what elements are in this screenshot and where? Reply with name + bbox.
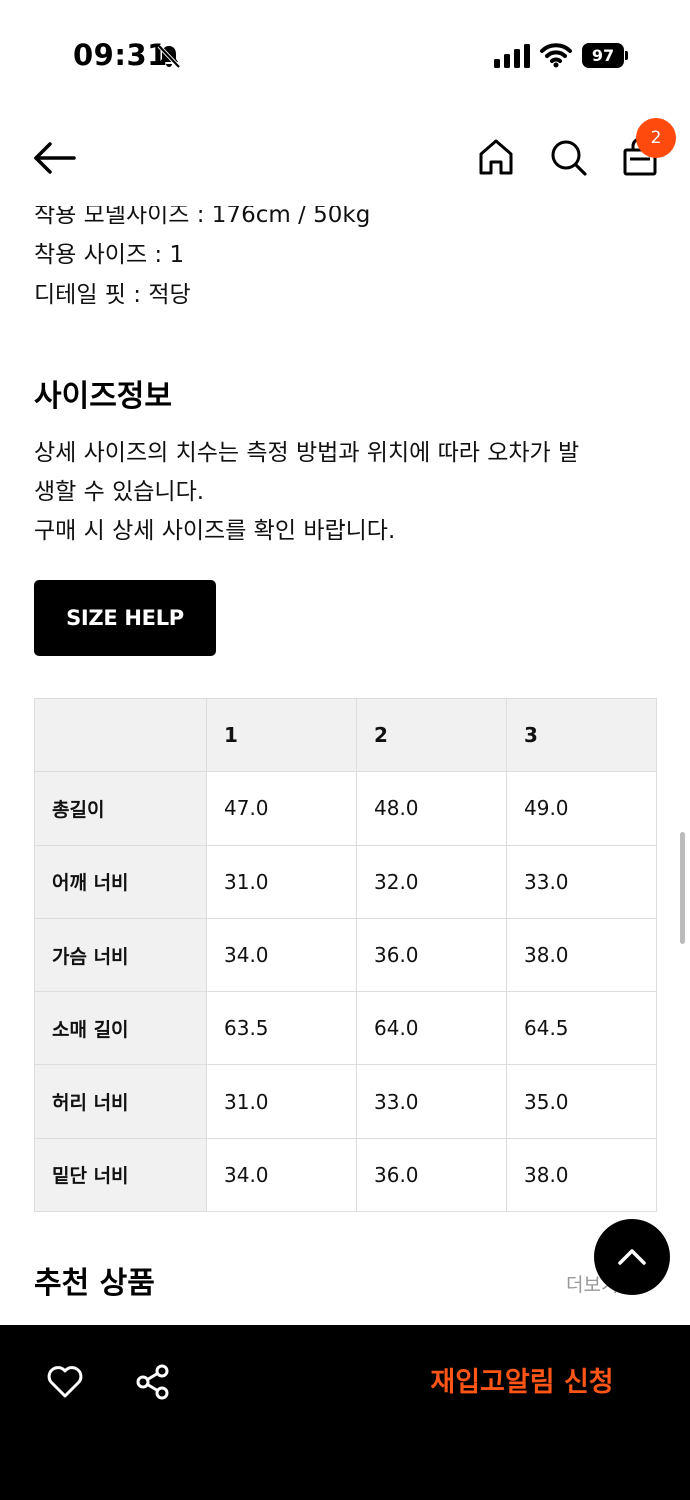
table-cell: 64.5 <box>506 991 657 1066</box>
table-cell: 34.0 <box>206 917 357 993</box>
scrollbar[interactable] <box>680 832 685 944</box>
table-cell: 31.0 <box>206 844 357 919</box>
chevron-up-icon <box>618 1249 646 1265</box>
row-label: 소매 길이 <box>34 991 207 1066</box>
status-time: 09:31 <box>73 38 168 72</box>
size-table-header-row: 1 2 3 <box>34 697 657 773</box>
row-label: 어깨 너비 <box>34 844 207 919</box>
product-detail-content: 착용 모델사이즈 : 176cm / 50kg 착용 사이즈 : 1 디테일 핏… <box>34 190 656 656</box>
table-row: 허리 너비 31.0 33.0 35.0 <box>34 1064 657 1139</box>
table-cell: 48.0 <box>356 771 507 846</box>
spec-worn-size: 착용 사이즈 : 1 <box>34 242 185 268</box>
table-cell: 32.0 <box>356 844 507 919</box>
top-nav: 2 <box>0 110 690 206</box>
size-info-title: 사이즈정보 <box>34 379 172 414</box>
size-table-header-cell: 1 <box>206 697 357 773</box>
table-cell: 38.0 <box>506 917 657 993</box>
table-cell: 35.0 <box>506 1064 657 1139</box>
row-label: 총길이 <box>34 771 207 846</box>
size-table: 1 2 3 총길이 47.0 48.0 49.0 어깨 너비 31.0 32.0… <box>34 697 657 1213</box>
table-row: 소매 길이 63.5 64.0 64.5 <box>34 991 657 1066</box>
table-row: 가슴 너비 34.0 36.0 38.0 <box>34 917 657 993</box>
table-cell: 33.0 <box>506 844 657 919</box>
size-info-description: 상세 사이즈의 치수는 측정 방법과 위치에 따라 오차가 발 생할 수 있습니… <box>34 434 656 551</box>
size-table-header-cell: 2 <box>356 697 507 773</box>
table-cell: 63.5 <box>206 991 357 1066</box>
recommended-title: 추천 상품 <box>34 1266 155 1301</box>
share-icon[interactable] <box>134 1363 172 1401</box>
search-icon[interactable] <box>548 136 588 178</box>
bottom-action-bar: 재입고알림 신청 <box>0 1325 690 1500</box>
row-label: 허리 너비 <box>34 1064 207 1139</box>
spec-detail-fit: 디테일 핏 : 적당 <box>34 282 191 308</box>
table-cell: 49.0 <box>506 771 657 846</box>
signal-icon <box>494 44 530 68</box>
wifi-icon <box>540 43 572 68</box>
heart-icon[interactable] <box>46 1363 84 1401</box>
table-cell: 47.0 <box>206 771 357 846</box>
table-row: 어깨 너비 31.0 32.0 33.0 <box>34 844 657 919</box>
home-icon[interactable] <box>476 136 516 178</box>
table-cell: 36.0 <box>356 1137 507 1213</box>
status-bar: 09:31 97 <box>0 0 690 110</box>
table-cell: 31.0 <box>206 1064 357 1139</box>
scroll-to-top-button[interactable] <box>594 1219 670 1295</box>
back-arrow-icon[interactable] <box>30 138 78 178</box>
table-cell: 33.0 <box>356 1064 507 1139</box>
size-table-header-cell <box>34 697 207 773</box>
table-cell: 36.0 <box>356 917 507 993</box>
row-label: 가슴 너비 <box>34 917 207 993</box>
table-cell: 38.0 <box>506 1137 657 1213</box>
size-description-line: 생할 수 있습니다. <box>34 479 205 505</box>
cart-count-badge: 2 <box>636 118 676 158</box>
size-table-header-cell: 3 <box>506 697 657 773</box>
row-label: 밑단 너비 <box>34 1137 207 1213</box>
size-description-line: 상세 사이즈의 치수는 측정 방법과 위치에 따라 오차가 발 <box>34 440 580 466</box>
table-cell: 64.0 <box>356 991 507 1066</box>
size-description-line: 구매 시 상세 사이즈를 확인 바랍니다. <box>34 518 396 544</box>
table-cell: 34.0 <box>206 1137 357 1213</box>
restock-alert-button[interactable]: 재입고알림 신청 <box>410 1361 634 1405</box>
table-row: 총길이 47.0 48.0 49.0 <box>34 771 657 846</box>
battery-icon: 97 <box>582 43 628 68</box>
battery-level: 97 <box>582 43 624 68</box>
size-help-button[interactable]: SIZE HELP <box>34 580 216 656</box>
table-row: 밑단 너비 34.0 36.0 38.0 <box>34 1137 657 1213</box>
bell-slash-icon <box>157 44 181 69</box>
